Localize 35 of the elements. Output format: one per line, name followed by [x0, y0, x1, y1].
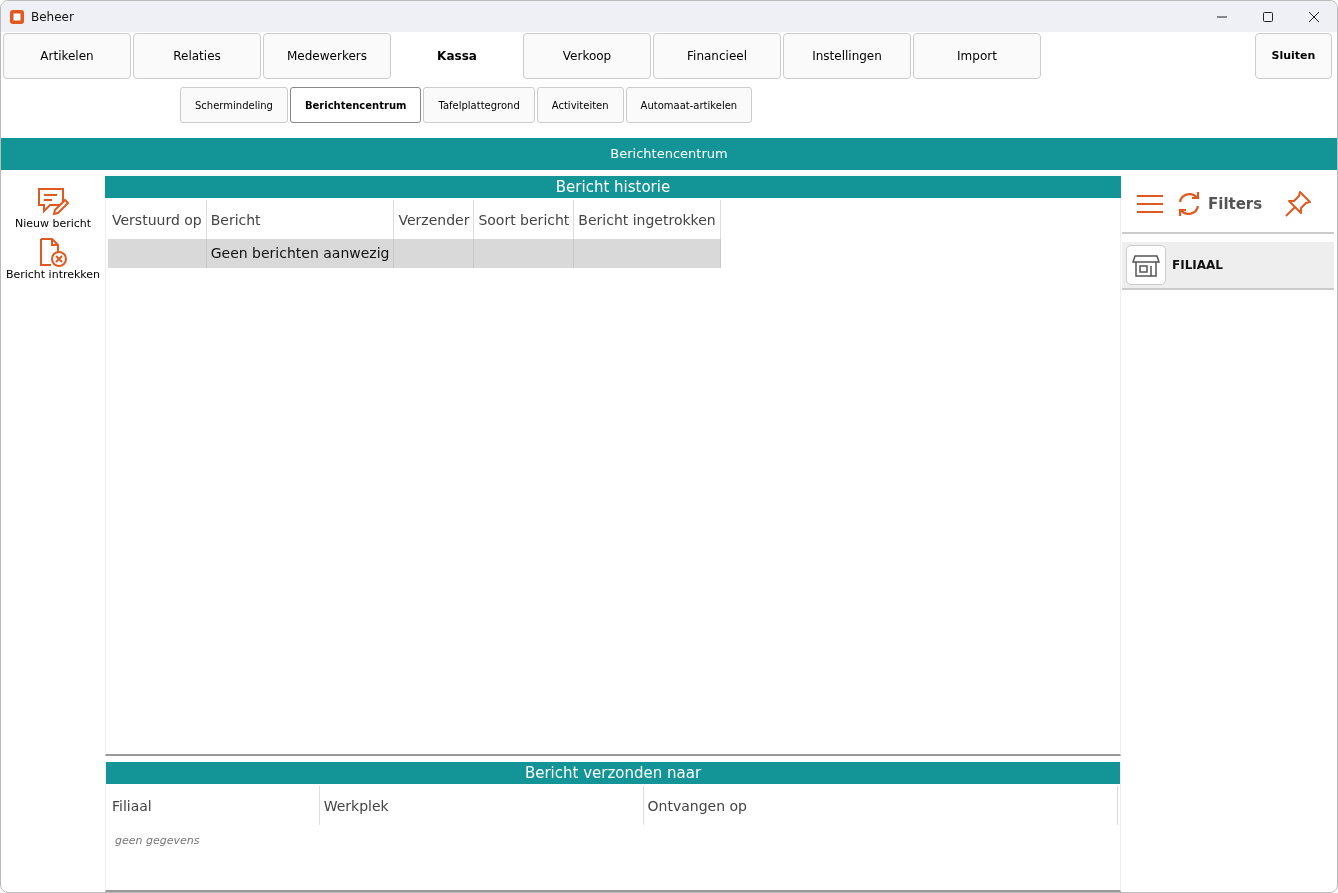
column-header[interactable]: Werkplek	[319, 786, 644, 825]
app-logo-icon	[9, 8, 25, 25]
maximize-icon[interactable]	[1262, 10, 1274, 23]
window-title: Beheer	[31, 8, 74, 26]
new-message-button[interactable]: Nieuw bericht	[14, 186, 92, 233]
revoke-message-button[interactable]: Bericht intrekken	[5, 236, 101, 283]
sub-tab[interactable]: Activiteiten	[536, 87, 624, 123]
pin-icon[interactable]	[1284, 190, 1313, 218]
main-tab[interactable]: Verkoop	[523, 33, 651, 79]
sub-tab[interactable]: Berichtencentrum	[289, 87, 422, 123]
filter-label: FILIAAL	[1172, 257, 1223, 274]
main-tab[interactable]: Financieel	[653, 33, 781, 79]
page-title-bar: Berichtencentrum	[1, 138, 1337, 170]
main-tab[interactable]: Artikelen	[3, 33, 131, 79]
sub-tab[interactable]: Automaat-artikelen	[625, 87, 753, 123]
menu-icon[interactable]	[1136, 193, 1164, 215]
section-header: Bericht historie	[105, 176, 1121, 198]
filter-item[interactable]: FILIAAL	[1122, 242, 1334, 290]
close-icon[interactable]	[1308, 10, 1320, 23]
table-cell: Geen berichten aanwezig	[206, 239, 394, 268]
main-tab[interactable]: Import	[913, 33, 1041, 79]
main-tab[interactable]: Medewerkers	[263, 33, 391, 79]
shop-icon	[1132, 252, 1160, 278]
refresh-icon	[1176, 191, 1202, 217]
sub-tab[interactable]: Tafelplattegrond	[423, 87, 535, 123]
section-header: Bericht verzonden naar	[106, 762, 1120, 784]
column-header[interactable]: Ontvangen op	[643, 786, 1118, 825]
new-message-icon	[36, 186, 70, 216]
close-button[interactable]: Sluiten	[1255, 33, 1332, 79]
empty-message: geen gegevens	[114, 833, 201, 849]
sub-tab[interactable]: Schermindeling	[180, 87, 288, 123]
filters-button[interactable]: Filters	[1172, 191, 1277, 217]
column-header[interactable]: Filiaal	[108, 786, 320, 825]
main-tab[interactable]: Instellingen	[783, 33, 911, 79]
main-tab[interactable]: Relaties	[133, 33, 261, 79]
